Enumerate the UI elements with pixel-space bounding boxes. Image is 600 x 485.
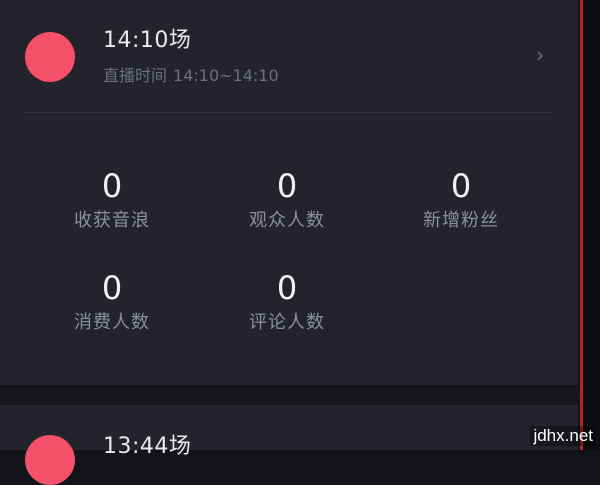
live-session-list: 14:10场 直播时间 14:10~14:10 › 0 收获音浪 0 观众人数 0…: [0, 0, 600, 485]
stat-label: 评论人数: [249, 312, 325, 333]
session-title: 13:44场: [103, 434, 192, 459]
watermark: jdhx.net: [530, 426, 596, 446]
stat-value: 0: [276, 167, 298, 205]
stat-value: 0: [450, 167, 472, 205]
stat-viewers: 0 观众人数: [217, 168, 357, 232]
session-time-label: 直播时间: [103, 66, 168, 85]
stat-label: 新增粉丝: [423, 210, 499, 231]
session-time-range: 14:10~14:10: [173, 66, 279, 85]
stat-spenders: 0 消费人数: [42, 270, 182, 334]
stat-value: 0: [101, 167, 123, 205]
stat-commenters: 0 评论人数: [217, 270, 357, 334]
stat-sound-waves: 0 收获音浪: [42, 168, 182, 232]
stat-value: 0: [276, 269, 298, 307]
stat-label: 观众人数: [249, 210, 325, 231]
edge-strip: [583, 0, 600, 450]
stat-label: 消费人数: [74, 312, 150, 333]
divider: [25, 112, 553, 113]
session-time: 直播时间 14:10~14:10: [103, 62, 279, 86]
stat-label: 收获音浪: [74, 210, 150, 231]
session-title: 14:10场: [103, 28, 192, 53]
session-card[interactable]: 14:10场 直播时间 14:10~14:10 › 0 收获音浪 0 观众人数 0…: [0, 0, 578, 385]
stat-value: 0: [101, 269, 123, 307]
session-avatar: [25, 435, 75, 485]
chevron-right-icon[interactable]: ›: [533, 44, 547, 66]
session-avatar: [25, 32, 75, 82]
stat-new-followers: 0 新增粉丝: [391, 168, 531, 232]
session-card[interactable]: 13:44场: [0, 405, 578, 485]
